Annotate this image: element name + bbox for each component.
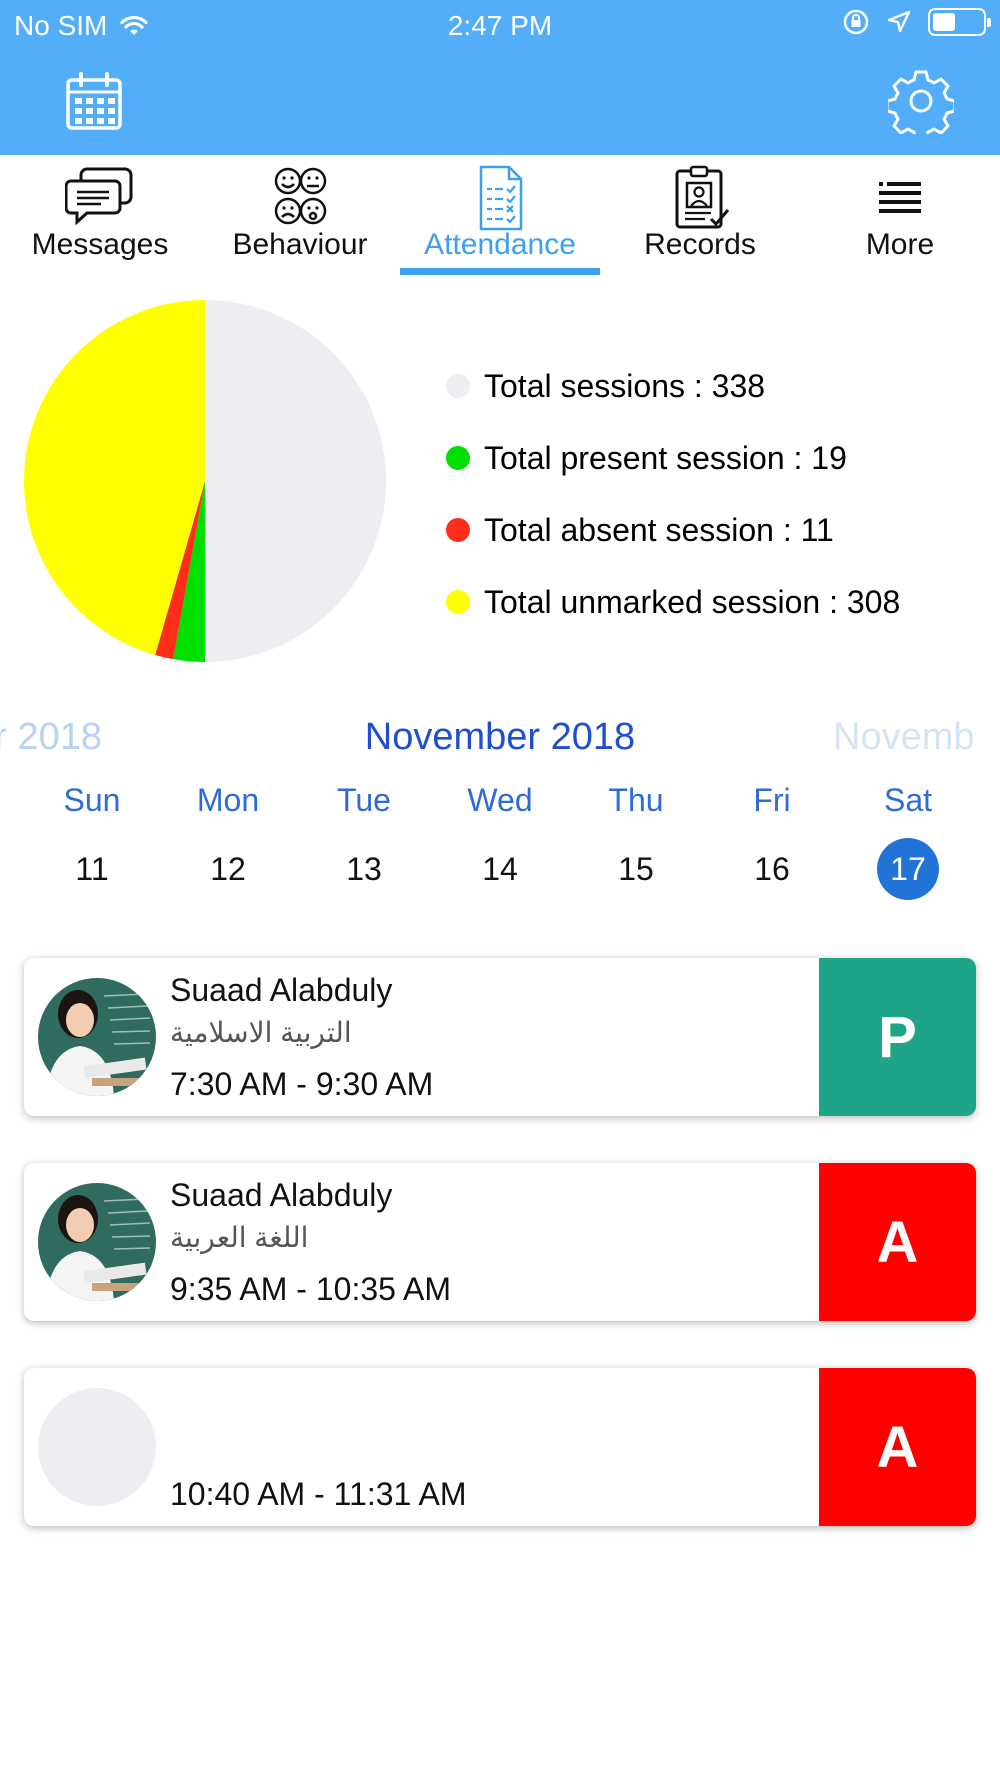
day-number: 16 [754, 850, 790, 887]
week-days-row: 11 12 13 14 15 16 17 [24, 838, 984, 900]
subject-name: التربية الاسلامية [170, 1017, 352, 1048]
tab-label: More [865, 228, 935, 261]
avatar [38, 1183, 156, 1301]
chart-legend: Total sessions : 338 Total present sessi… [446, 350, 900, 638]
day-number: 14 [482, 850, 518, 887]
status-badge-absent: A [819, 1163, 976, 1321]
legend-label: Total present session : 19 [484, 439, 847, 476]
gear-icon[interactable] [888, 68, 954, 134]
legend-present: Total present session : 19 [446, 422, 900, 494]
month-selector[interactable]: ber 2018 November 2018 November [0, 710, 1000, 766]
tab-bar: Messages Behaviour Attendance Records Mo… [0, 155, 1000, 277]
day-number: 13 [346, 850, 382, 887]
session-card[interactable]: 10:40 AM - 11:31 AM A [24, 1368, 976, 1526]
behaviour-faces-icon [274, 167, 327, 225]
status-badge-present: P [819, 958, 976, 1116]
legend-dot [446, 374, 470, 398]
tab-attendance[interactable]: Attendance [400, 155, 600, 277]
teacher-photo [38, 978, 156, 1096]
tab-behaviour[interactable]: Behaviour [200, 155, 400, 277]
calendar-day[interactable]: 13 [296, 838, 432, 900]
pie-slice-total-sessions [205, 300, 386, 662]
day-number: 11 [75, 850, 109, 887]
status-badge-absent: A [819, 1368, 976, 1526]
calendar-day[interactable]: 14 [432, 838, 568, 900]
legend-total-sessions: Total sessions : 338 [446, 350, 900, 422]
avatar-placeholder [38, 1388, 156, 1506]
teacher-name: Suaad Alabduly [170, 972, 393, 1008]
session-time: 7:30 AM - 9:30 AM [170, 1066, 434, 1102]
day-number: 15 [618, 850, 654, 887]
session-time: 10:40 AM - 11:31 AM [170, 1476, 467, 1512]
next-month[interactable]: November [833, 716, 975, 759]
legend-dot [446, 518, 470, 542]
legend-label: Total unmarked session : 308 [484, 583, 901, 620]
day-number: 17 [877, 838, 939, 900]
avatar [38, 978, 156, 1096]
session-card[interactable]: Suaad Alabduly اللغة العربية 9:35 AM - 1… [24, 1163, 976, 1321]
weekday-label: Fri [753, 782, 791, 818]
day-number: 12 [210, 850, 246, 887]
calendar-day[interactable]: 15 [568, 838, 704, 900]
tab-label: Records [644, 228, 756, 261]
messages-icon [65, 167, 133, 226]
weekday-label: Sat [883, 782, 933, 818]
calendar-day[interactable]: 12 [160, 838, 296, 900]
legend-absent: Total absent session : 11 [446, 494, 900, 566]
legend-label: Total sessions : 338 [484, 367, 766, 404]
calendar-day[interactable]: 16 [704, 838, 840, 900]
tab-messages[interactable]: Messages [0, 155, 200, 277]
records-clipboard-icon [675, 165, 730, 229]
legend-dot [446, 590, 470, 614]
legend-dot [446, 446, 470, 470]
teacher-name: Suaad Alabduly [170, 1177, 393, 1213]
status-right [842, 8, 991, 36]
orientation-lock-icon [843, 9, 869, 35]
weekday-header: Sun Mon Tue Wed Thu Fri Sat [24, 782, 984, 819]
calendar-day[interactable]: 11 [24, 838, 160, 900]
legend-unmarked: Total unmarked session : 308 [446, 566, 900, 638]
calendar-icon[interactable] [64, 72, 124, 132]
menu-lines-icon [879, 182, 921, 213]
session-time: 9:35 AM - 10:35 AM [170, 1271, 452, 1307]
session-card[interactable]: Suaad Alabduly التربية الاسلامية 7:30 AM… [24, 958, 976, 1116]
weekday-label: Mon [196, 782, 260, 818]
tab-label: Attendance [424, 228, 576, 261]
attendance-doc-icon [479, 165, 523, 231]
active-tab-indicator [400, 268, 600, 275]
status-bar: No SIM 2:47 PM [0, 8, 1000, 44]
tab-more[interactable]: More [800, 155, 1000, 277]
tab-label: Messages [31, 228, 169, 261]
teacher-photo [38, 1183, 156, 1301]
battery-icon [928, 8, 991, 36]
location-icon [887, 10, 911, 33]
attendance-pie-chart [23, 300, 386, 662]
weekday-label: Sun [63, 782, 121, 818]
tab-records[interactable]: Records [600, 155, 800, 277]
weekday-label: Wed [467, 782, 533, 818]
weekday-label: Tue [337, 782, 391, 818]
app-header: No SIM 2:47 PM [0, 0, 1000, 155]
subject-name: اللغة العربية [170, 1222, 309, 1253]
legend-label: Total absent session : 11 [484, 511, 834, 548]
tab-label: Behaviour [232, 228, 368, 261]
calendar-day-selected[interactable]: 17 [840, 838, 976, 900]
weekday-label: Thu [608, 782, 664, 818]
